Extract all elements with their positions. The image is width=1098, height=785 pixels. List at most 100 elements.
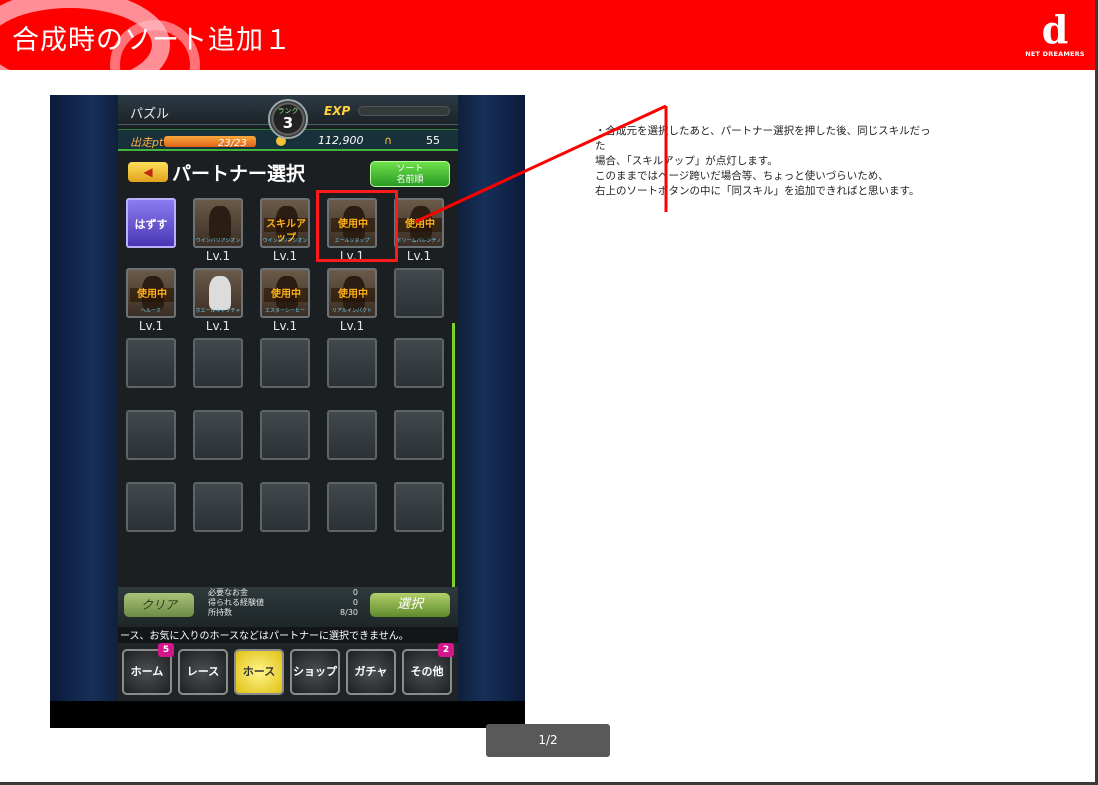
partner-slot-empty: [392, 482, 446, 548]
game-screenshot: パズル EXP ランク 3 出走pt 23/23 112,900 ∩ 55 ◀ …: [50, 95, 525, 728]
partner-slot-empty: [392, 268, 446, 334]
horse-card[interactable]: ホエールキャプチャ: [193, 268, 243, 318]
horse-name: リアルインパクト: [332, 308, 372, 314]
empty-card: [260, 482, 310, 532]
screenshot-footer: [50, 701, 525, 728]
partner-slot[interactable]: スキルアップ ウインバリアシオン Lv.1: [258, 198, 312, 264]
skill-up-highlight-box: [316, 190, 398, 262]
empty-card: [126, 338, 176, 388]
money-value: 112,900: [318, 134, 364, 147]
notification-badge: 5: [158, 643, 174, 657]
partner-slot-empty: [325, 482, 379, 548]
nav-label: ホース: [242, 665, 276, 678]
nav-shop-button[interactable]: ショップ: [290, 649, 340, 695]
horse-name: ウインバリアシオン: [195, 238, 241, 244]
note-line: ・合成元を選択したあと、パートナー選択を押した後、同じスキルだっ: [595, 125, 931, 137]
stat-label: 所持数: [208, 608, 232, 617]
nav-label: ショップ: [293, 665, 337, 678]
horse-card[interactable]: 使用中 ヘルーク: [126, 268, 176, 318]
selection-stats: 必要なお金 0 得られる経験値 0 所持数 8/30: [208, 588, 358, 618]
partner-slot-empty: [191, 482, 245, 548]
horse-card[interactable]: 使用中 エスターシーヒー: [260, 268, 310, 318]
partner-slot[interactable]: 使用中 エスターシーヒー Lv.1: [258, 268, 312, 334]
stat-value: 0: [352, 598, 358, 607]
selection-bar: クリア 必要なお金 0 得られる経験値 0 所持数 8/30 選択: [118, 587, 458, 627]
partner-notice: ース、お気に入りのホースなどはパートナーに選択できません。: [118, 627, 458, 643]
screenshot-background-left: [50, 95, 120, 728]
empty-card: [394, 338, 444, 388]
partner-slot[interactable]: 使用中 ドリームバレンチノ Lv.1: [392, 198, 446, 264]
slide-title: 合成時のソート追加１: [12, 25, 292, 56]
partner-slot[interactable]: 使用中 リアルインパクト Lv.1: [325, 268, 379, 334]
puzzle-label: パズル: [130, 107, 170, 122]
empty-card: [126, 410, 176, 460]
horse-portrait: [209, 276, 231, 310]
rank-badge: ランク 3: [268, 99, 308, 139]
nav-race-button[interactable]: レース: [178, 649, 228, 695]
select-button[interactable]: 選択: [370, 593, 450, 617]
empty-card: [193, 338, 243, 388]
note-line: 右上のソートボタンの中に「同スキル」を追加できればと思います。: [595, 185, 920, 197]
in-use-badge: 使用中: [264, 288, 308, 302]
horse-card[interactable]: 使用中 ドリームバレンチノ: [394, 198, 444, 248]
horse-portrait: [209, 206, 231, 240]
sort-button-label: ソート: [396, 164, 424, 174]
stamina-label: 出走pt: [130, 136, 164, 149]
horse-level: Lv.1: [339, 319, 365, 333]
nav-label: レース: [186, 665, 220, 678]
stat-value: 0: [352, 588, 358, 597]
horseshoe-icon: ∩: [384, 134, 393, 147]
clear-button[interactable]: クリア: [124, 593, 194, 617]
screen-title-row: ◀ パートナー選択 ソート 名前順: [118, 155, 458, 189]
in-use-badge: 使用中: [130, 288, 174, 302]
nav-gacha-button[interactable]: ガチャ: [346, 649, 396, 695]
partner-slot-empty: [191, 338, 245, 404]
exp-bar: [358, 106, 450, 116]
empty-card: [327, 482, 377, 532]
stat-row: 所持数 8/30: [208, 608, 358, 618]
nav-other-button[interactable]: その他 2: [402, 643, 454, 695]
exp-label: EXP: [324, 104, 351, 118]
logo-text: NET DREAMERS: [1025, 50, 1085, 58]
horse-card[interactable]: 使用中 リアルインパクト: [327, 268, 377, 318]
partner-slot-empty: [124, 410, 178, 476]
stat-label: 必要なお金: [208, 588, 248, 597]
nav-home-button[interactable]: ホーム 5: [122, 643, 174, 695]
net-dreamers-logo: d NET DREAMERS: [1025, 10, 1085, 65]
empty-card: [260, 338, 310, 388]
stamina-value: 23/23: [218, 138, 247, 149]
partner-slot-empty: [392, 410, 446, 476]
partner-slot[interactable]: 使用中 ヘルーク Lv.1: [124, 268, 178, 334]
sort-button-order: 名前順: [396, 175, 424, 185]
page-indicator[interactable]: 1/2: [486, 724, 610, 757]
feature-request-note: ・合成元を選択したあと、パートナー選択を押した後、同じスキルだっ た 場合、「ス…: [595, 124, 1035, 199]
horse-card[interactable]: スキルアップ ウインバリアシオン: [260, 198, 310, 248]
sort-button[interactable]: ソート 名前順: [370, 161, 450, 187]
in-use-badge: 使用中: [398, 218, 442, 232]
horse-level: Lv.1: [138, 319, 164, 333]
stat-label: 得られる経験値: [208, 598, 264, 607]
logo-mark: d: [1041, 7, 1069, 52]
stat-row: 必要なお金 0: [208, 588, 358, 598]
horse-level: Lv.1: [205, 319, 231, 333]
stat-value: 8/30: [340, 608, 358, 617]
partner-slot-empty: [325, 410, 379, 476]
partner-slot-empty: [392, 338, 446, 404]
horse-card[interactable]: ウインバリアシオン: [193, 198, 243, 248]
empty-card: [193, 410, 243, 460]
bottom-nav: ホーム 5 レース ホース ショップ ガチャ その他 2: [118, 643, 458, 701]
back-button[interactable]: ◀: [128, 162, 168, 182]
partner-slot-unset[interactable]: はずす: [124, 198, 178, 264]
partner-slot-empty: [258, 482, 312, 548]
nav-horse-button[interactable]: ホース: [234, 649, 284, 695]
partner-slot[interactable]: ホエールキャプチャ Lv.1: [191, 268, 245, 334]
partner-slot[interactable]: ウインバリアシオン Lv.1: [191, 198, 245, 264]
empty-card: [193, 482, 243, 532]
slide-header: 合成時のソート追加１ d NET DREAMERS: [0, 0, 1095, 70]
notification-badge: 2: [438, 643, 454, 657]
unset-card[interactable]: はずす: [126, 198, 176, 248]
horse-name: ホエールキャプチャ: [195, 308, 241, 314]
horse-name: ヘルーク: [140, 308, 161, 314]
empty-card: [327, 410, 377, 460]
horse-level: Lv.1: [205, 249, 231, 263]
